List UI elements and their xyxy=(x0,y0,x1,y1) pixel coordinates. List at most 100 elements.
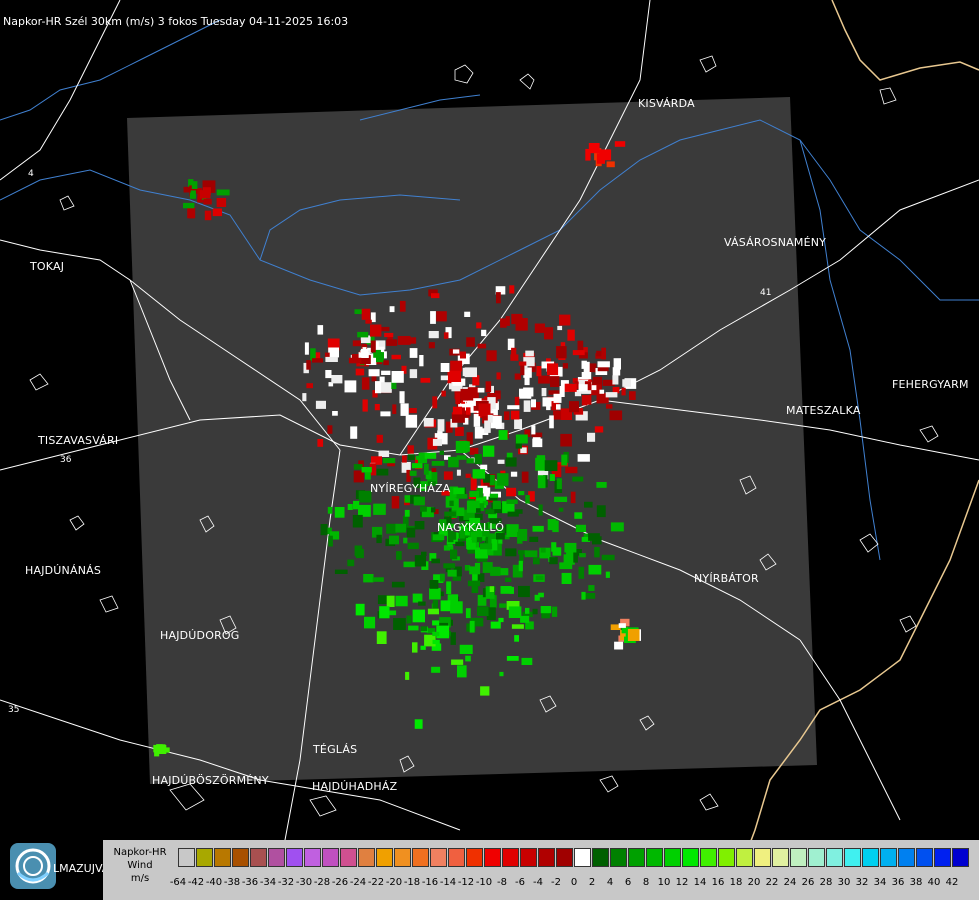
radar-echo xyxy=(465,655,471,662)
radar-echo xyxy=(466,539,472,546)
radar-echo xyxy=(405,337,417,344)
radar-echo xyxy=(527,391,532,399)
radar-echo xyxy=(449,500,454,506)
radar-echo xyxy=(315,400,326,409)
radar-echo xyxy=(455,392,460,405)
radar-echo xyxy=(412,642,418,653)
legend-tick-label: 12 xyxy=(675,877,689,888)
radar-echo xyxy=(408,625,419,631)
radar-echo xyxy=(399,300,406,312)
radar-echo xyxy=(405,671,410,680)
radar-echo xyxy=(510,410,520,420)
legend-swatch xyxy=(862,848,879,867)
radar-echo xyxy=(407,542,419,550)
legend-tick-label: -2 xyxy=(551,877,561,888)
radar-echo xyxy=(432,639,440,645)
radar-echo xyxy=(560,433,572,447)
radar-echo xyxy=(584,501,593,508)
radar-echo xyxy=(489,586,494,592)
radar-map-view: 4 41 36 35 Napkor-HR Szél 30km (m/s) 3 f… xyxy=(0,0,979,900)
radar-echo xyxy=(511,347,517,360)
radar-echo xyxy=(446,581,452,594)
radar-echo xyxy=(432,438,442,446)
legend-swatch xyxy=(628,848,645,867)
radar-echo xyxy=(443,563,456,569)
radar-echo xyxy=(550,376,560,387)
legend-tick-label: -4 xyxy=(533,877,543,888)
legend-swatch xyxy=(898,848,915,867)
radar-echo xyxy=(431,461,445,466)
radar-echo xyxy=(362,347,367,354)
radar-echo xyxy=(350,426,358,439)
radar-echo xyxy=(153,744,165,753)
radar-echo xyxy=(476,508,481,513)
legend-tick-label: -24 xyxy=(349,877,367,888)
radar-echo xyxy=(581,372,592,380)
radar-echo xyxy=(557,325,563,331)
radar-echo xyxy=(581,591,586,600)
city-label-nagykallo: NAGYKALLÓ xyxy=(437,521,505,534)
radar-echo xyxy=(440,363,450,372)
radar-echo xyxy=(457,665,467,678)
radar-echo xyxy=(389,306,395,313)
radar-echo xyxy=(370,324,382,337)
legend-tick-label: 32 xyxy=(855,877,869,888)
radar-echo xyxy=(327,506,333,514)
radar-echo xyxy=(518,585,530,598)
legend-title: Napkor-HR Wind m/s xyxy=(106,846,174,885)
legend-tick-label: -10 xyxy=(475,877,493,888)
radar-echo xyxy=(404,509,410,517)
radar-echo xyxy=(347,559,355,567)
radar-echo xyxy=(505,316,510,326)
radar-echo xyxy=(389,535,399,545)
radar-echo xyxy=(373,503,386,515)
radar-echo xyxy=(375,381,382,394)
radar-echo xyxy=(456,469,461,476)
radar-echo xyxy=(447,569,457,577)
legend-swatch xyxy=(304,848,321,867)
radar-echo xyxy=(379,606,390,619)
radar-echo xyxy=(478,403,491,417)
radar-echo xyxy=(532,438,543,448)
radar-echo xyxy=(380,411,391,417)
legend-tick-label: 4 xyxy=(606,877,614,888)
radar-echo xyxy=(540,547,546,553)
radar-echo xyxy=(317,439,324,447)
radar-echo xyxy=(456,494,468,499)
radar-echo xyxy=(535,457,546,471)
radar-echo xyxy=(596,482,607,488)
radar-echo xyxy=(536,366,542,377)
radar-echo xyxy=(391,581,405,588)
radar-echo xyxy=(569,401,579,413)
legend-tick-label: 36 xyxy=(891,877,905,888)
legend-swatch xyxy=(700,848,717,867)
legend-tick-label: 0 xyxy=(570,877,578,888)
radar-echo xyxy=(511,624,524,629)
radar-echo xyxy=(594,547,600,558)
radar-echo xyxy=(582,395,592,405)
radar-echo xyxy=(549,557,558,565)
radar-echo xyxy=(567,329,575,341)
radar-echo xyxy=(204,210,212,221)
radar-echo xyxy=(588,585,595,591)
radar-echo xyxy=(524,550,538,558)
radar-echo xyxy=(556,478,562,490)
radar-echo xyxy=(420,506,427,512)
radar-echo xyxy=(534,323,545,333)
radar-echo xyxy=(355,603,365,616)
legend-tick-label: -12 xyxy=(457,877,475,888)
radar-echo xyxy=(481,329,487,337)
radar-echo xyxy=(325,370,332,379)
radar-echo xyxy=(383,360,389,366)
radar-echo xyxy=(361,308,371,320)
radar-echo xyxy=(364,616,376,629)
radar-echo xyxy=(429,580,439,589)
radar-echo xyxy=(551,606,558,617)
legend-title-line: m/s xyxy=(130,873,150,884)
radar-echo xyxy=(429,588,441,600)
radar-echo xyxy=(510,471,518,477)
radar-echo xyxy=(605,392,618,398)
radar-echo xyxy=(472,469,486,479)
radar-echo xyxy=(499,671,504,677)
radar-echo xyxy=(419,355,424,367)
